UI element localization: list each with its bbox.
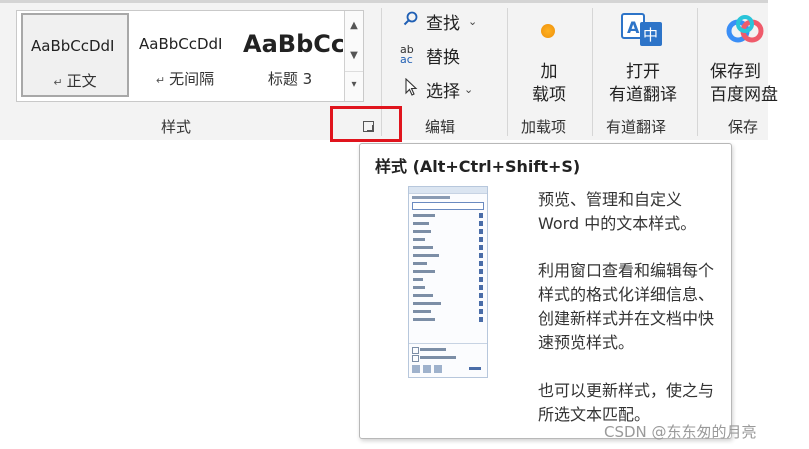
- style-name-label: 无间隔: [169, 70, 215, 88]
- save-group-label: 保存: [728, 118, 759, 136]
- select-label: 选择: [426, 81, 460, 102]
- svg-text:A: A: [627, 18, 640, 37]
- youdao-button-line2: 有道翻译: [609, 85, 677, 105]
- tooltip-paragraph: 也可以更新样式，使之与所选文本匹配。: [538, 381, 715, 424]
- tooltip-paragraph: 利用窗口查看和编辑每个样式的格式化详细信息、创建新样式并在文档中快速预览样式。: [538, 261, 715, 352]
- styles-gallery: AaBbCcDdI ↵ 正文 AaBbCcDdI ↵ 无间隔 AaBbCc 标题 3…: [16, 10, 364, 102]
- select-button[interactable]: 选择 ⌄: [400, 76, 473, 102]
- tooltip-paragraph: 预览、管理和自定义 Word 中的文本样式。: [538, 190, 697, 233]
- style-name: ↵ 正文: [23, 70, 127, 91]
- style-item-no-spacing[interactable]: AaBbCcDdI ↵ 无间隔: [131, 13, 239, 97]
- editing-group-label: 编辑: [425, 118, 456, 136]
- paragraph-mark-icon: ↵: [53, 76, 63, 89]
- addins-icon: [541, 24, 555, 38]
- highlight-box: [330, 106, 402, 142]
- style-name: 标题 3: [237, 68, 343, 89]
- replace-button[interactable]: ab ac 替换: [400, 42, 460, 68]
- find-label: 查找: [426, 13, 460, 34]
- search-icon: [400, 11, 422, 31]
- watermark: CSDN @东东匆的月亮: [604, 423, 757, 441]
- addins-button[interactable]: 加 载项: [521, 61, 577, 107]
- style-name-label: 正文: [66, 72, 97, 90]
- style-name-label: 标题 3: [267, 70, 313, 88]
- group-divider: [592, 8, 593, 136]
- paragraph-mark-icon: ↵: [155, 74, 166, 87]
- translate-icon: A 中: [621, 13, 662, 46]
- group-divider: [697, 8, 698, 136]
- styles-tooltip: 样式 (Alt+Ctrl+Shift+S) 预览、管理和自定义 Word 中的文…: [359, 143, 732, 439]
- replace-label: 替换: [426, 47, 460, 68]
- style-sample: AaBbCc: [243, 30, 343, 58]
- ribbon-top-border: [0, 0, 768, 3]
- style-sample: AaBbCcDdI: [139, 35, 223, 53]
- youdao-button-line1: 打开: [626, 62, 660, 82]
- styles-group-label: 样式: [161, 118, 192, 136]
- gallery-scroll-up-button[interactable]: ▲: [345, 13, 363, 39]
- baidu-button-line1: 保存到: [710, 62, 761, 82]
- find-button[interactable]: 查找 ⌄: [400, 8, 477, 34]
- chevron-down-icon: ⌄: [464, 82, 474, 96]
- baidu-netdisk-icon: [726, 15, 764, 43]
- style-sample: AaBbCcDdI: [31, 37, 115, 55]
- style-item-heading-3[interactable]: AaBbCc 标题 3: [237, 13, 343, 97]
- addins-button-line2: 载项: [532, 85, 566, 105]
- baidu-button-line2: 百度网盘: [710, 85, 778, 105]
- gallery-scroll: ▲ ▼ ▾: [344, 11, 363, 101]
- addins-group-label: 加载项: [521, 118, 567, 136]
- style-name: ↵ 无间隔: [131, 68, 239, 89]
- style-item-normal[interactable]: AaBbCcDdI ↵ 正文: [21, 13, 129, 97]
- replace-icon: ab ac: [400, 43, 414, 66]
- styles-pane-preview-image: [408, 186, 488, 378]
- addins-button-line1: 加: [540, 62, 558, 82]
- gallery-more-button[interactable]: ▾: [345, 71, 363, 98]
- chevron-down-icon: ⌄: [468, 14, 478, 28]
- group-divider: [507, 8, 508, 136]
- cursor-arrow-icon: [400, 77, 422, 100]
- save-to-baidu-button[interactable]: 保存到 百度网盘: [710, 61, 780, 107]
- svg-text:中: 中: [643, 26, 658, 44]
- gallery-scroll-down-button[interactable]: ▼: [345, 43, 363, 69]
- open-youdao-button[interactable]: 打开 有道翻译: [604, 61, 682, 107]
- youdao-group-label: 有道翻译: [606, 118, 667, 136]
- tooltip-title: 样式 (Alt+Ctrl+Shift+S): [375, 157, 581, 176]
